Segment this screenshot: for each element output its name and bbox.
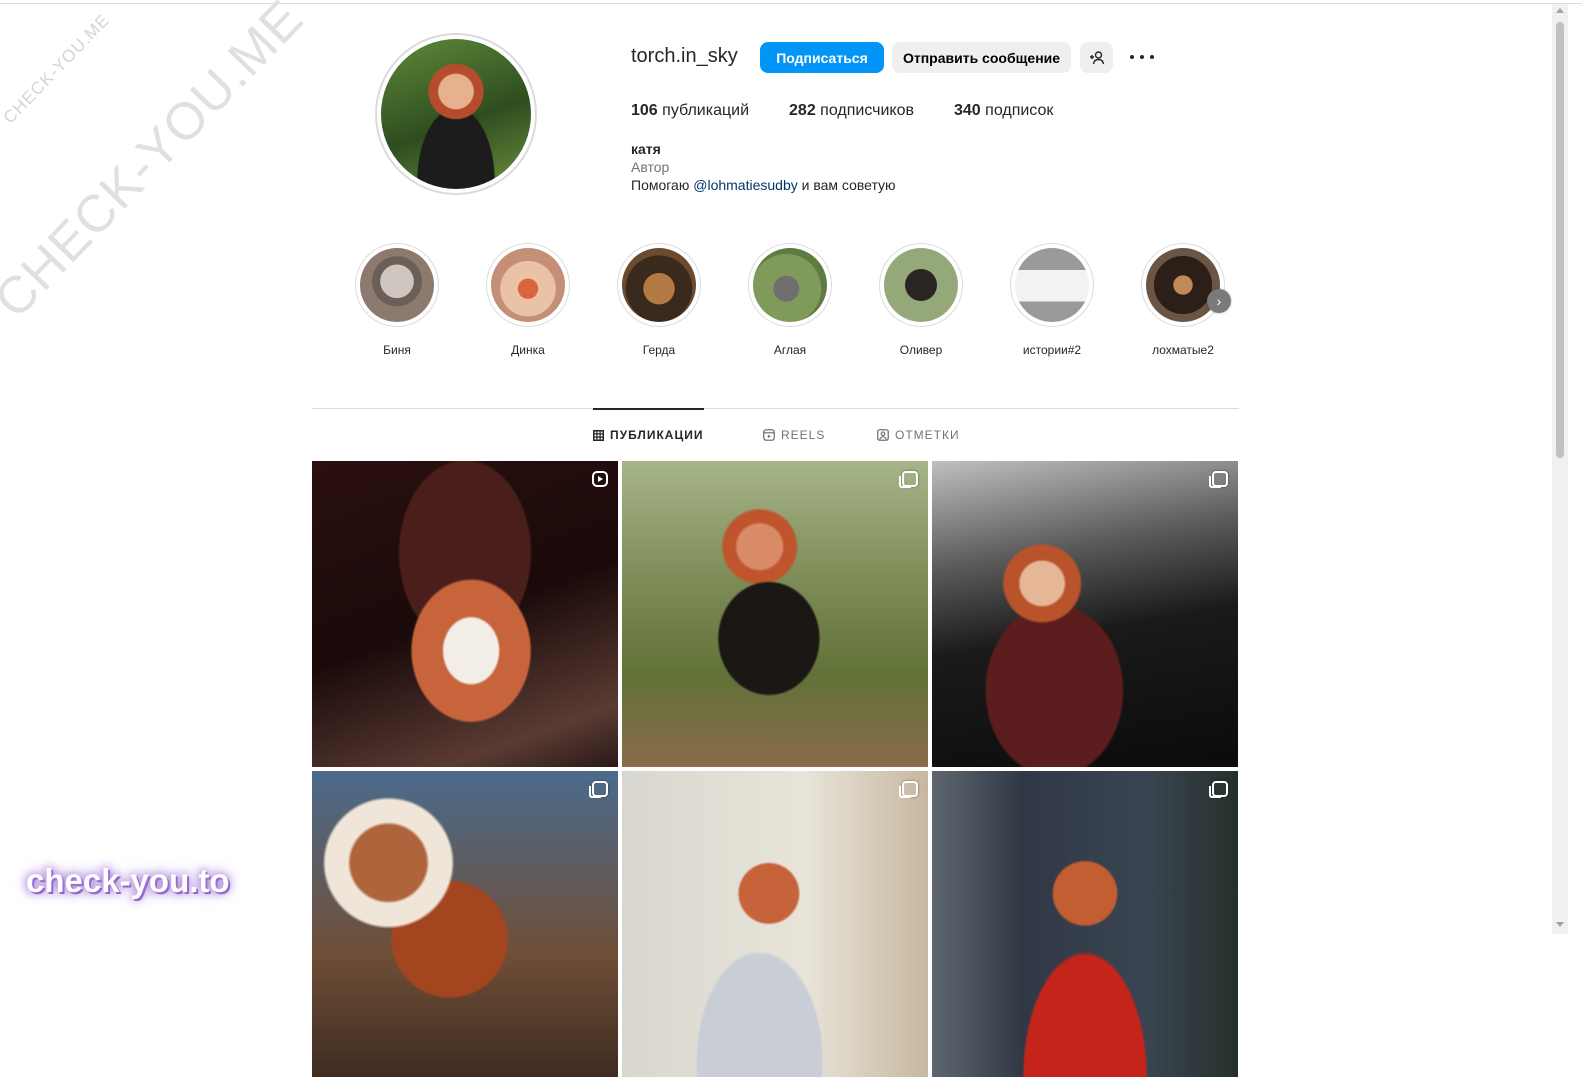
more-dot-icon <box>1130 55 1134 59</box>
bio-category: Автор <box>631 159 670 175</box>
more-options-button[interactable] <box>1128 49 1156 65</box>
tab-tagged[interactable]: ОТМЕТКИ <box>877 428 960 442</box>
vertical-scrollbar[interactable] <box>1552 4 1568 934</box>
highlight-cover <box>884 248 958 322</box>
more-dot-icon <box>1150 55 1154 59</box>
add-user-icon <box>1089 50 1104 64</box>
profile-username: torch.in_sky <box>631 45 738 67</box>
highlight-item[interactable]: Оливер <box>879 243 963 357</box>
carousel-icon <box>1209 781 1228 798</box>
bio-name: катя <box>631 141 661 157</box>
post-thumbnail[interactable] <box>312 461 618 767</box>
highlight-cover <box>491 248 565 322</box>
post-thumbnail[interactable] <box>622 771 928 1077</box>
post-thumbnail[interactable] <box>312 771 618 1077</box>
watermark-bottom: check-you.to <box>26 862 230 899</box>
chevron-right-icon: › <box>1216 293 1222 309</box>
highlight-item[interactable]: истории#2 <box>1010 243 1094 357</box>
reel-icon <box>592 471 608 487</box>
posts-stat: 106 публикаций <box>631 102 750 119</box>
following-stat[interactable]: 340 подписок <box>954 102 1053 120</box>
profile-avatar[interactable] <box>375 33 537 195</box>
grid-icon <box>593 429 604 441</box>
post-thumbnail[interactable] <box>622 461 928 767</box>
scroll-down-arrow-icon[interactable] <box>1556 922 1564 927</box>
top-border <box>0 0 1582 4</box>
highlight-item[interactable]: Биня <box>355 243 439 357</box>
highlights-next-button[interactable]: › <box>1207 289 1231 313</box>
followers-stat[interactable]: 282 подписчиков <box>789 102 914 120</box>
post-thumbnail[interactable] <box>932 461 1238 767</box>
watermark-small: CHECK-YOU.ME <box>0 10 114 128</box>
scroll-up-arrow-icon[interactable] <box>1556 8 1564 13</box>
highlight-cover <box>753 248 827 322</box>
highlight-cover <box>1146 248 1220 322</box>
reels-icon <box>763 429 775 441</box>
bio-text: Помогаю @lohmatiesudby и вам советую <box>631 177 896 193</box>
tabs-divider <box>312 408 1239 409</box>
tab-posts[interactable]: ПУБЛИКАЦИИ <box>593 428 703 442</box>
highlight-item[interactable]: Аглая <box>748 243 832 357</box>
more-dot-icon <box>1140 55 1144 59</box>
watermark-large: CHECK-YOU.ME <box>0 0 315 330</box>
highlight-item[interactable]: Герда <box>617 243 701 357</box>
highlight-cover <box>622 248 696 322</box>
avatar-image <box>381 39 531 189</box>
carousel-icon <box>589 781 608 798</box>
carousel-icon <box>899 781 918 798</box>
suggested-users-button[interactable] <box>1080 42 1113 73</box>
scrollbar-thumb[interactable] <box>1556 22 1564 458</box>
highlight-cover <box>360 248 434 322</box>
follow-button[interactable]: Подписаться <box>760 42 884 73</box>
highlight-item[interactable]: Динка <box>486 243 570 357</box>
post-thumbnail[interactable] <box>932 771 1238 1077</box>
profile-stats: 106 публикаций 282 подписчиков 340 подпи… <box>631 102 1053 120</box>
highlight-cover <box>1015 248 1089 322</box>
send-message-button[interactable]: Отправить сообщение <box>892 42 1071 73</box>
active-tab-indicator <box>593 408 704 410</box>
carousel-icon <box>1209 471 1228 488</box>
tagged-user-icon <box>877 429 889 441</box>
bio-mention-link[interactable]: @lohmatiesudby <box>693 177 798 193</box>
tab-reels[interactable]: REELS <box>763 428 825 442</box>
carousel-icon <box>899 471 918 488</box>
